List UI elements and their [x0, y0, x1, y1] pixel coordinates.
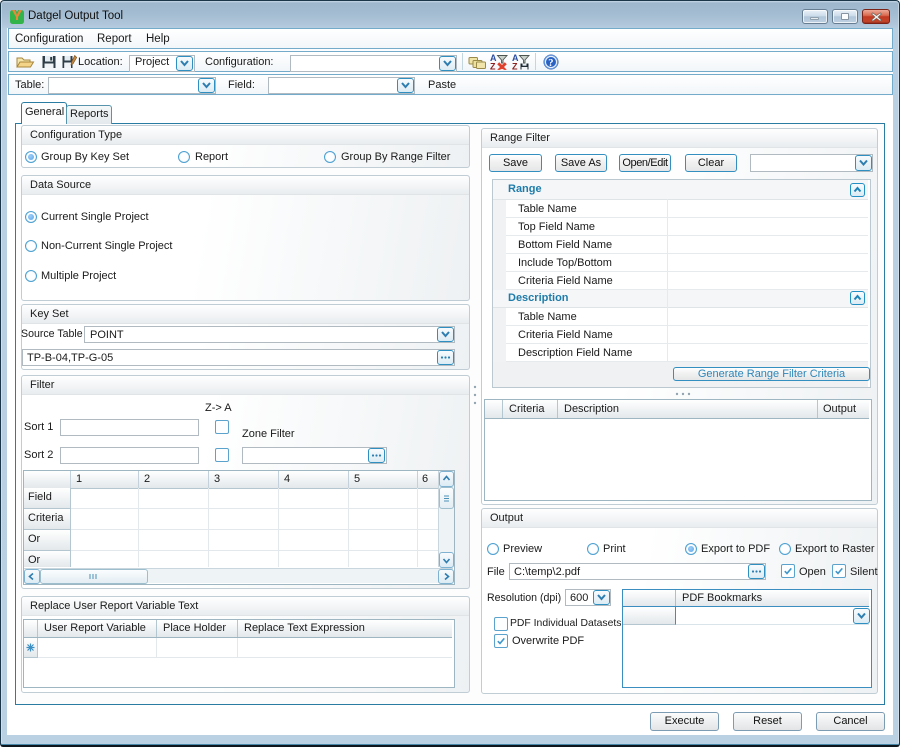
svg-text:Z: Z: [490, 62, 496, 71]
svg-text:?: ?: [548, 58, 553, 69]
svg-text:Z: Z: [512, 62, 518, 71]
